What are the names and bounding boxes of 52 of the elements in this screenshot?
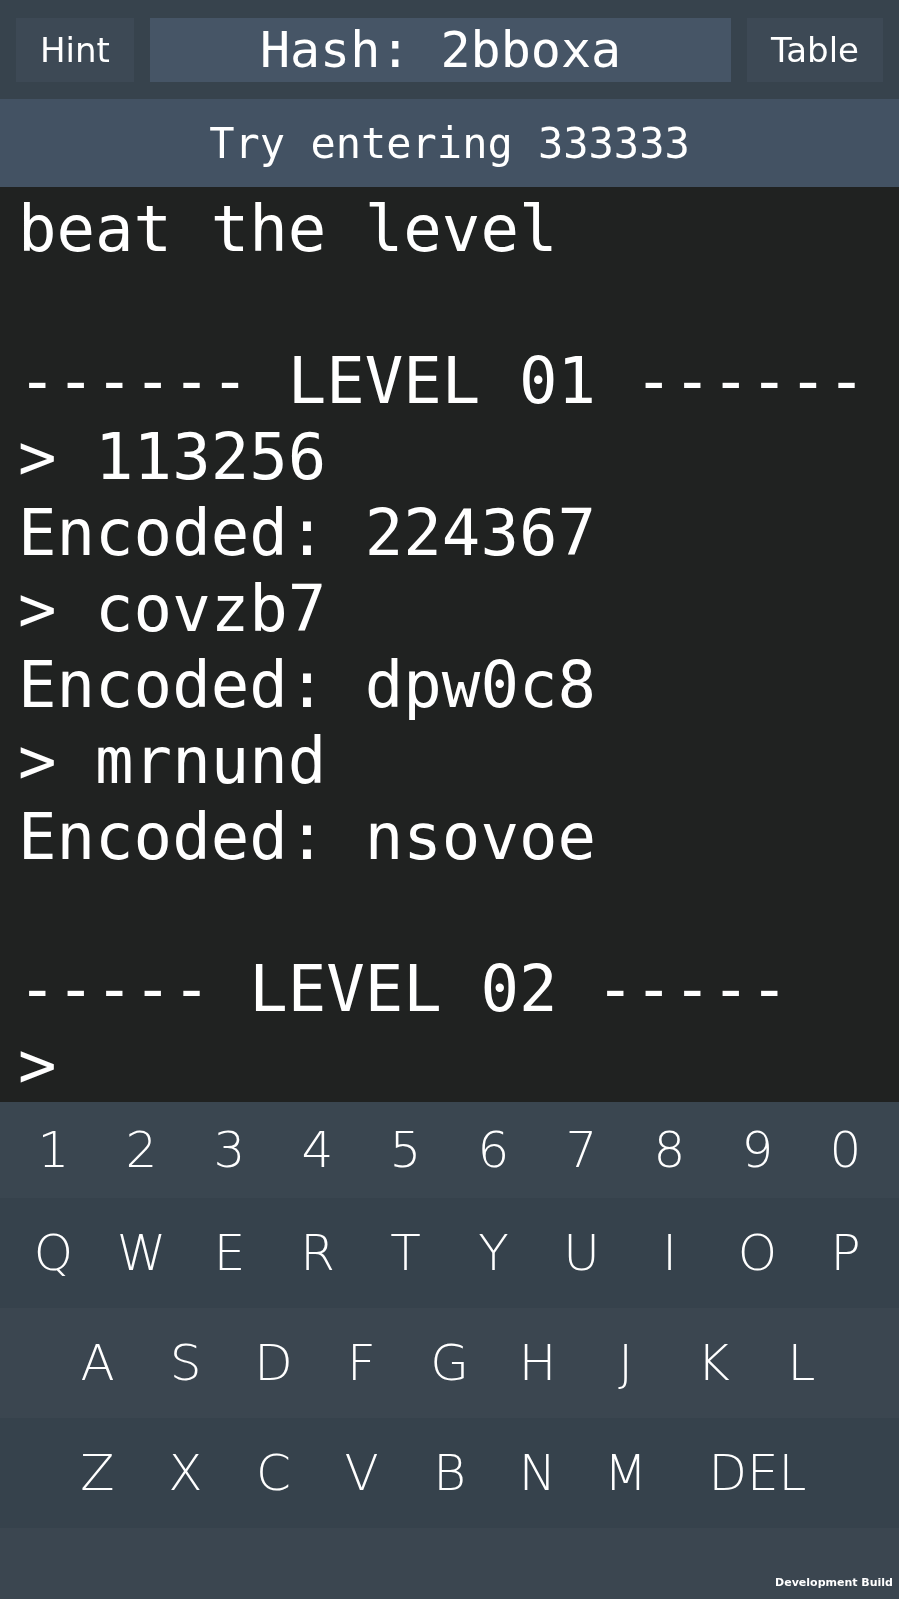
keyboard-key[interactable]: D [229,1320,318,1406]
keyboard-key[interactable]: DEL [669,1430,846,1516]
keyboard-key[interactable]: 9 [713,1107,802,1193]
keyboard-key[interactable]: U [537,1210,626,1296]
terminal-line: Encoded: nsovoe [18,799,597,875]
hint-message: Try entering 333333 [0,99,899,187]
keyboard-key[interactable]: Y [449,1210,538,1296]
keyboard-key[interactable]: B [405,1430,494,1516]
keyboard-key[interactable]: E [185,1210,274,1296]
keyboard-key[interactable]: N [493,1430,582,1516]
table-button[interactable]: Table [747,17,883,82]
keyboard-key[interactable]: W [97,1210,186,1296]
keyboard-key[interactable]: T [361,1210,450,1296]
keyboard-key[interactable]: S [141,1320,230,1406]
keyboard-key[interactable]: R [273,1210,362,1296]
keyboard-key[interactable]: A [53,1320,142,1406]
keyboard-key[interactable]: 0 [801,1107,890,1193]
keyboard-key[interactable]: F [317,1320,406,1406]
terminal-line: beat the level [18,191,559,267]
build-label: Development Build [775,1576,893,1590]
keyboard-key[interactable]: 6 [449,1107,538,1193]
keyboard-key[interactable]: P [801,1210,890,1296]
keyboard-key[interactable]: 7 [537,1107,626,1193]
keyboard-key[interactable]: 5 [361,1107,450,1193]
hash-display: Hash: 2bboxa [149,17,732,82]
terminal-line: ----- LEVEL 02 ----- [18,951,790,1027]
keyboard-key[interactable]: C [229,1430,318,1516]
keyboard-key[interactable]: 3 [185,1107,274,1193]
terminal-line: > mrnund [18,723,328,799]
keyboard-key[interactable]: X [141,1430,230,1516]
terminal-line: Encoded: dpw0c8 [18,647,597,723]
terminal-line: > 113256 [18,419,328,495]
terminal-line: > covzb7 [18,571,328,647]
terminal-line: ------ LEVEL 01 ------ [18,343,867,419]
terminal-line: > [18,1027,58,1102]
keyboard-key[interactable]: 4 [273,1107,362,1193]
keyboard-key[interactable]: I [625,1210,714,1296]
keyboard-key[interactable]: Z [53,1430,142,1516]
keyboard-key[interactable]: Q [9,1210,98,1296]
keyboard-key[interactable]: H [493,1320,582,1406]
keyboard-key[interactable]: 8 [625,1107,714,1193]
keyboard-key[interactable]: K [669,1320,758,1406]
keyboard-key[interactable]: 2 [97,1107,186,1193]
keyboard-key[interactable]: J [581,1320,670,1406]
hint-button[interactable]: Hint [16,17,134,82]
keyboard-key[interactable]: G [405,1320,494,1406]
keyboard-key[interactable]: M [581,1430,670,1516]
keyboard-key[interactable]: L [757,1320,846,1406]
keyboard-key[interactable]: O [713,1210,802,1296]
terminal-line: Encoded: 224367 [18,495,597,571]
keyboard-key[interactable]: 1 [9,1107,98,1193]
keyboard-key[interactable]: V [317,1430,406,1516]
